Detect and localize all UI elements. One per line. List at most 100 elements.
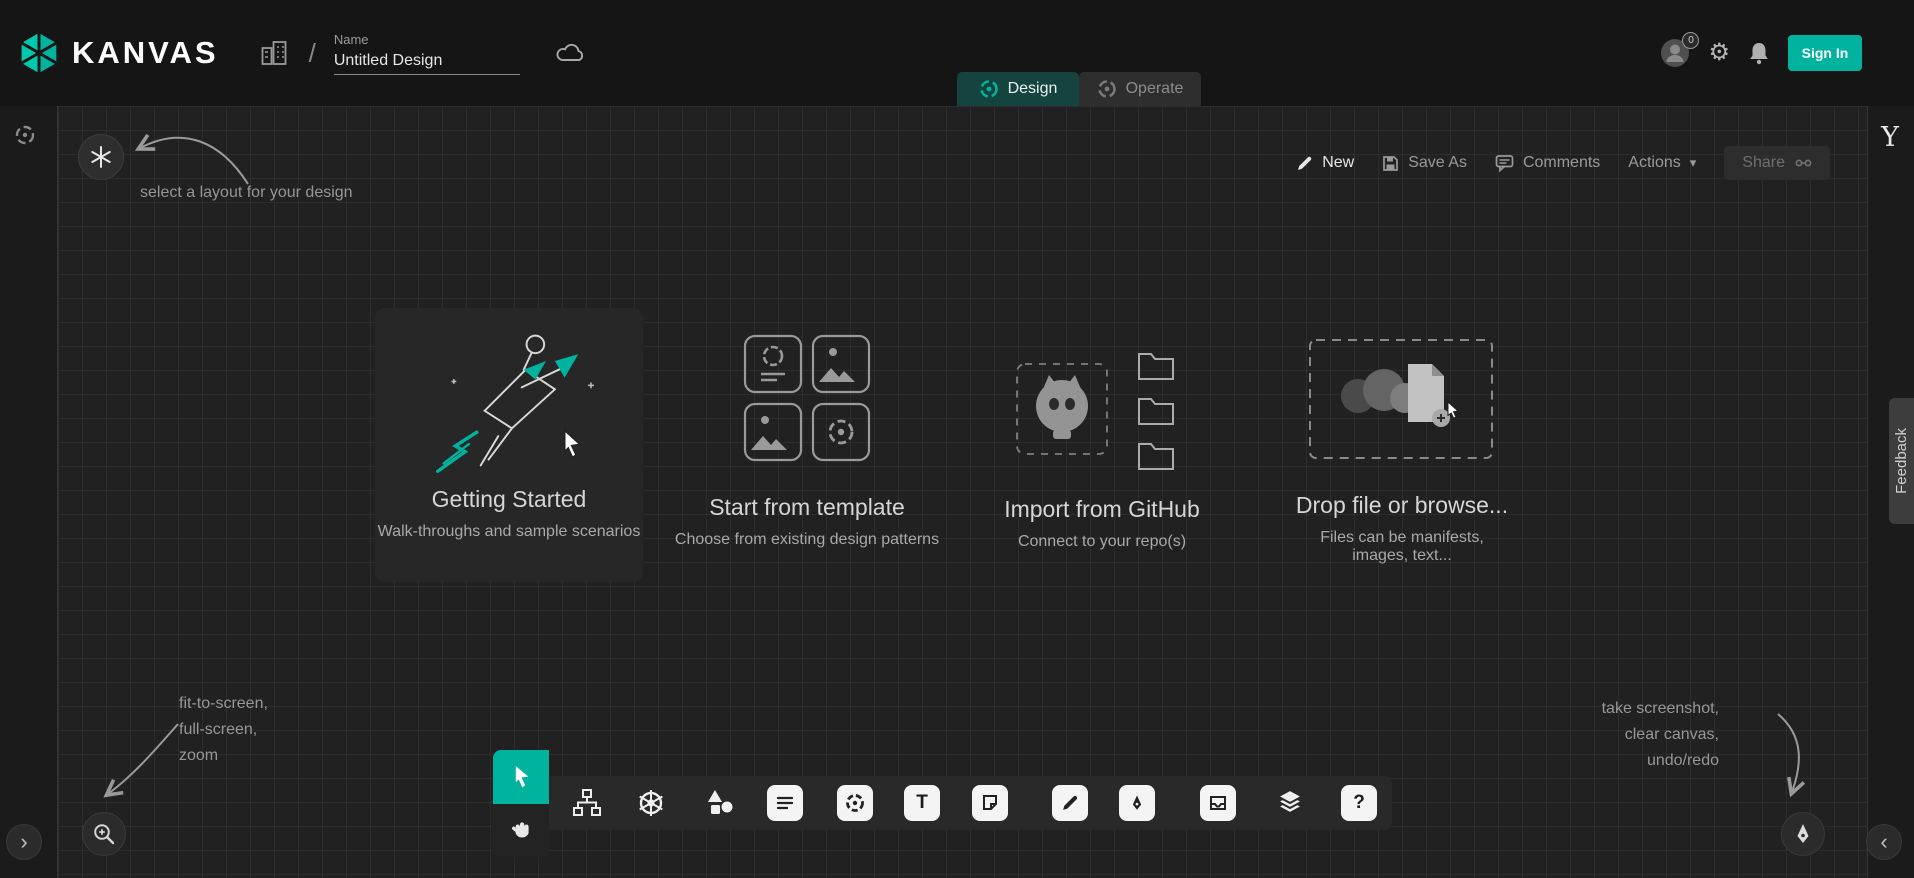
relationship-tool[interactable] <box>567 783 607 823</box>
provider-icon[interactable]: 0 <box>1659 37 1691 69</box>
design-name-input[interactable] <box>334 50 520 75</box>
chevron-right-icon: › <box>20 831 27 853</box>
kanvas-logo-icon[interactable] <box>16 30 62 76</box>
layer5-logo[interactable]: Y <box>1874 122 1906 153</box>
notifications-bell-icon[interactable] <box>1747 40 1771 66</box>
import-tray-tile <box>1200 785 1236 821</box>
kubernetes-tool[interactable] <box>631 783 671 823</box>
name-label: Name <box>334 32 520 47</box>
magnifier-icon <box>92 822 116 846</box>
option-subtitle: Connect to your repo(s) <box>1018 533 1186 551</box>
text-tool[interactable]: T <box>902 783 942 823</box>
note-tool[interactable] <box>970 783 1010 823</box>
sitemap-icon <box>572 788 602 818</box>
hand-icon <box>508 818 534 844</box>
mode-tabs: Design Operate <box>957 72 1201 106</box>
layout-hint-text: select a layout for your design <box>140 184 353 202</box>
meshery-swirl-icon <box>844 792 866 814</box>
feedback-label: Feedback <box>1893 428 1910 494</box>
notification-badge: 0 <box>1682 32 1699 49</box>
comments-button[interactable]: Comments <box>1495 154 1600 172</box>
design-tab-icon <box>979 79 999 99</box>
sticky-note-icon <box>980 793 1000 813</box>
header: KANVAS / Name Design Oper <box>0 0 1914 106</box>
design-tab-label: Design <box>1008 80 1058 98</box>
zoom-button[interactable] <box>82 812 126 856</box>
left-rail <box>0 106 57 878</box>
comment-tool[interactable] <box>765 783 805 823</box>
cursor-arrow-icon <box>508 763 534 791</box>
edit-tool[interactable] <box>1050 783 1090 823</box>
text-tool-tile: T <box>904 785 940 821</box>
chevron-left-icon: ‹ <box>1880 831 1887 853</box>
pen-tools-button[interactable] <box>1781 812 1825 856</box>
pan-tool[interactable] <box>493 804 549 857</box>
pencil-edit-icon <box>1061 794 1079 812</box>
expand-left-panel-button[interactable]: › <box>6 824 42 860</box>
settings-gear-icon[interactable]: ⚙ <box>1708 41 1730 65</box>
component-tool[interactable] <box>835 783 875 823</box>
expand-right-panel-button[interactable]: ‹ <box>1866 824 1902 860</box>
tab-design[interactable]: Design <box>957 72 1079 106</box>
save-as-button[interactable]: Save As <box>1382 154 1467 172</box>
drop-file-card[interactable]: Drop file or browse... Files can be mani… <box>1290 336 1514 565</box>
fountain-pen-icon <box>1791 822 1815 846</box>
helm-wheel-icon <box>636 788 666 818</box>
shapes-icon <box>705 788 735 818</box>
component-tile <box>837 785 873 821</box>
zoom-hint-text: fit-to-screen, full-screen, zoom <box>179 691 268 769</box>
layout-sparkle-button[interactable] <box>78 134 124 180</box>
share-link-icon <box>1795 156 1812 170</box>
import-from-github-card[interactable]: Import from GitHub Connect to your repo(… <box>964 344 1240 551</box>
zoom-hint-arrow <box>90 714 190 806</box>
pointer-tool[interactable] <box>493 750 549 804</box>
pen-tile <box>1119 785 1155 821</box>
actions-dropdown[interactable]: Actions ▾ <box>1628 154 1696 172</box>
layers-icon <box>1275 788 1305 818</box>
layers-tool[interactable] <box>1270 783 1310 823</box>
option-title: Import from GitHub <box>1004 496 1200 523</box>
chevron-down-icon: ▾ <box>1690 155 1697 171</box>
design-name-field: Name <box>334 32 520 75</box>
comments-icon <box>1495 154 1514 172</box>
operate-tab-icon <box>1097 79 1117 99</box>
pencil-icon <box>1296 155 1313 172</box>
operate-tab-label: Operate <box>1126 80 1184 98</box>
canvas-toolbar: New Save As Comments Actions ▾ Share <box>1296 146 1830 180</box>
tray-icon <box>1208 793 1228 813</box>
option-title: Drop file or browse... <box>1296 492 1508 519</box>
organization-icon[interactable] <box>259 38 289 68</box>
option-subtitle: Choose from existing design patterns <box>675 531 939 549</box>
rocket-illustration <box>387 316 631 486</box>
toolbar-dock: T <box>549 776 1392 830</box>
option-subtitle: Files can be manifests, images, text... <box>1290 529 1514 565</box>
github-illustration <box>987 344 1217 482</box>
new-button[interactable]: New <box>1296 154 1354 172</box>
share-button[interactable]: Share <box>1724 146 1830 180</box>
template-grid-illustration <box>737 328 877 468</box>
pen-nib-icon <box>1128 794 1146 812</box>
getting-started-card[interactable]: Getting Started Walk-throughs and sample… <box>375 308 643 582</box>
drop-file-illustration <box>1306 336 1498 466</box>
tab-operate[interactable]: Operate <box>1079 72 1201 106</box>
shapes-tool[interactable] <box>700 783 740 823</box>
start-from-template-card[interactable]: Start from template Choose from existing… <box>662 328 952 549</box>
help-tool[interactable]: ? <box>1339 783 1379 823</box>
option-subtitle: Walk-throughs and sample scenarios <box>378 523 641 541</box>
sign-in-button[interactable]: Sign In <box>1788 35 1862 71</box>
mouse-pointer-icon <box>556 428 586 462</box>
option-title: Getting Started <box>432 486 587 513</box>
kanvas-logo-text: KANVAS <box>72 35 219 71</box>
option-title: Start from template <box>709 494 905 521</box>
comment-tile <box>767 785 803 821</box>
pen-tool[interactable] <box>1117 783 1157 823</box>
feedback-tab[interactable]: Feedback <box>1889 398 1914 524</box>
main-area: select a layout for your design New Save… <box>0 106 1914 878</box>
header-right: 0 ⚙ Sign In <box>1659 35 1862 71</box>
cloud-sync-icon[interactable] <box>554 41 588 65</box>
help-tile: ? <box>1341 785 1377 821</box>
import-tray-tool[interactable] <box>1198 783 1238 823</box>
comment-lines-icon <box>775 793 795 813</box>
breadcrumb-separator: / <box>309 38 316 69</box>
edit-tile <box>1052 785 1088 821</box>
